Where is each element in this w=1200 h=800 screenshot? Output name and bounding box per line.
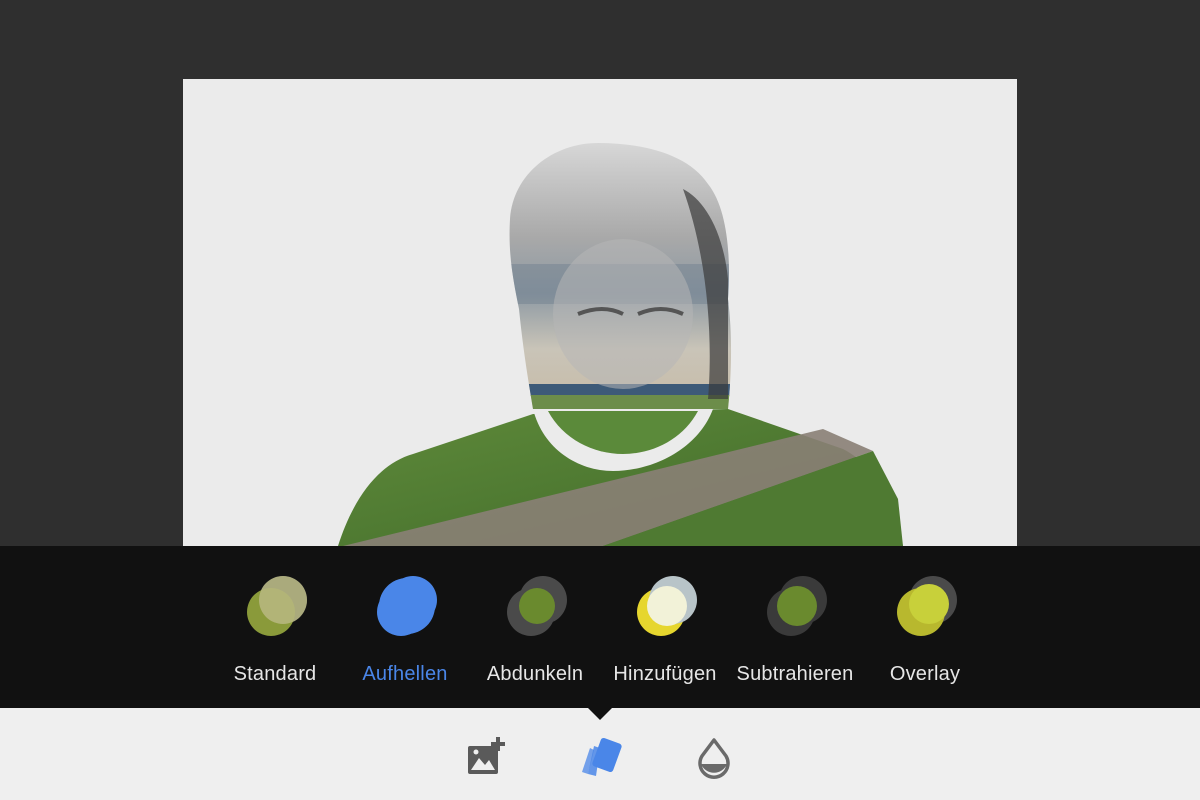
add-image-button[interactable] [462, 734, 510, 782]
blend-modes-icon [582, 737, 622, 776]
blend-swatch-subtrahieren-icon [767, 576, 827, 636]
bottom-toolbar [0, 707, 1200, 800]
photo-artwork [338, 143, 903, 546]
blend-swatch-hinzufuegen-icon [637, 576, 697, 636]
blend-swatch-abdunkeln-icon [507, 576, 567, 636]
blend-swatch-standard-icon [247, 576, 307, 636]
blend-swatch-aufhellen-icon [377, 576, 437, 636]
double-exposure-photo[interactable] [183, 79, 1017, 546]
opacity-button[interactable] [690, 734, 738, 782]
opacity-drop-icon [698, 738, 730, 779]
blend-mode-label: Overlay [889, 663, 961, 685]
blend-mode-panel: Standard Aufhellen Abdunkeln Hinzufügen [0, 546, 1200, 708]
blend-swatch-overlay-icon [897, 576, 957, 636]
blend-modes-button[interactable] [576, 734, 624, 782]
active-tool-pointer [587, 707, 613, 720]
add-image-icon [468, 737, 505, 774]
blend-mode-overlay[interactable]: Overlay [860, 566, 990, 696]
editor-canvas [0, 0, 1200, 546]
